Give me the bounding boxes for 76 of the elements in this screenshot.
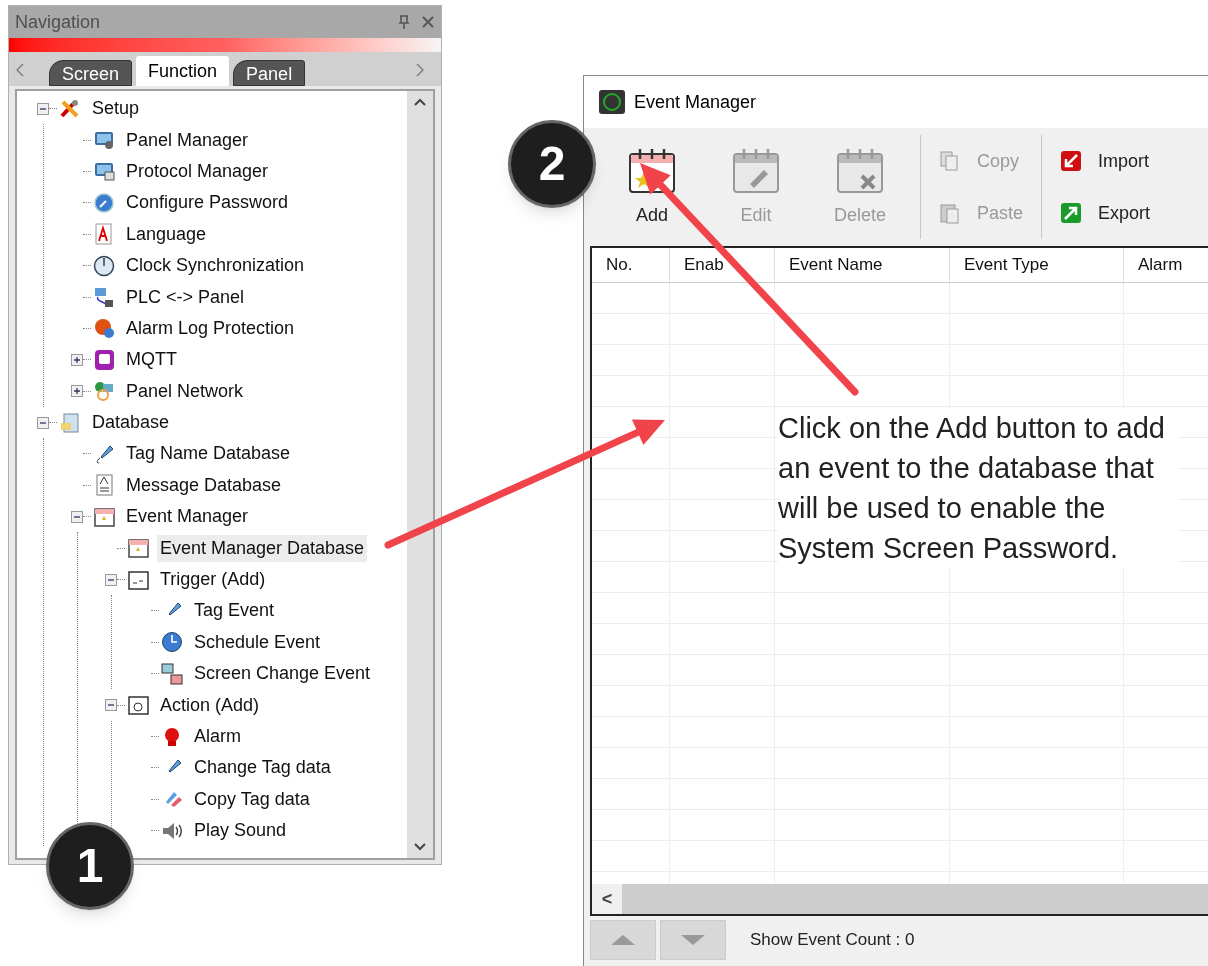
clock-icon	[93, 254, 115, 277]
expand-toggle[interactable]	[71, 353, 83, 366]
tree-item[interactable]: Message Database	[123, 471, 285, 499]
close-icon	[421, 15, 435, 29]
tab[interactable]: Function	[136, 56, 230, 86]
monitor-icon	[93, 129, 115, 152]
paste-icon	[939, 202, 961, 224]
document-icon	[93, 474, 115, 497]
event-count-label: Show Event Count : 0	[750, 929, 915, 952]
export-button[interactable]: Export	[1052, 196, 1159, 230]
triangle-up-icon	[610, 934, 636, 946]
column-header[interactable]: Enab	[670, 248, 775, 282]
column-header[interactable]: Alarm	[1124, 248, 1208, 282]
tools-icon	[59, 97, 81, 120]
horizontal-scrollbar[interactable]: <	[592, 884, 1208, 914]
q-logo-icon	[93, 348, 115, 371]
step-badge: 1	[46, 822, 134, 910]
tree-item[interactable]: Clock Synchronization	[123, 252, 308, 280]
tree-item[interactable]: Protocol Manager	[123, 157, 272, 185]
tree-item[interactable]: Panel Network	[123, 377, 247, 405]
scroll-right-icon[interactable]	[415, 62, 425, 78]
clock-icon	[161, 631, 183, 654]
tree-item[interactable]: Schedule Event	[191, 628, 324, 656]
copy-icon	[939, 150, 961, 172]
tree-item[interactable]: Alarm	[191, 723, 244, 750]
export-icon	[1060, 202, 1083, 224]
step-badge: 2	[508, 120, 596, 208]
network-icon	[93, 286, 115, 309]
column-header[interactable]: Event Name	[775, 248, 950, 282]
tree-item[interactable]: Action (Add)	[157, 691, 263, 719]
tree-item[interactable]: Event Manager	[123, 503, 252, 531]
collapse-toggle[interactable]	[37, 102, 49, 115]
tree-item[interactable]: Tag Event	[191, 597, 278, 625]
tree-item[interactable]: Event Manager Database	[157, 534, 368, 562]
app-logo-icon	[598, 89, 626, 115]
tree-item[interactable]: MQTT	[123, 346, 180, 374]
tab[interactable]: Screen	[49, 60, 133, 86]
tree-item[interactable]: Panel Manager	[123, 126, 252, 154]
plus-icon	[73, 355, 81, 364]
scroll-left-icon[interactable]	[15, 62, 25, 78]
tree-item[interactable]: Configure Password	[123, 189, 292, 217]
panel-title: Navigation	[15, 10, 102, 34]
import-button[interactable]: Import	[1052, 144, 1159, 178]
tree-item[interactable]: Copy Tag data	[191, 785, 313, 813]
annotation-text: Click on the Add button to add an event to the database that will be used to enable the System Screen Password.	[778, 408, 1178, 568]
tab[interactable]: Panel	[233, 60, 306, 86]
triangle-down-icon	[680, 934, 706, 946]
tree-item[interactable]: Alarm Log Protection	[123, 314, 298, 342]
tree-item[interactable]: Setup	[89, 95, 143, 123]
tree-item[interactable]: Change Tag data	[191, 754, 334, 782]
plus-icon	[73, 387, 81, 396]
expand-toggle[interactable]	[71, 385, 83, 398]
letter-icon	[93, 223, 115, 246]
tree-item[interactable]: Language	[123, 220, 210, 248]
collapse-toggle[interactable]	[105, 699, 117, 712]
collapse-toggle[interactable]	[71, 510, 83, 523]
tree-item[interactable]: Database	[89, 409, 173, 437]
vertical-scrollbar[interactable]	[407, 91, 433, 858]
tree-item[interactable]: Play Sound	[191, 817, 290, 845]
monitor-icon	[93, 160, 115, 183]
tree-item[interactable]: Screen Change Event	[191, 660, 374, 688]
collapse-toggle[interactable]	[105, 573, 117, 586]
tree-item[interactable]: PLC <-> Panel	[123, 283, 248, 311]
window-title: Event Manager	[634, 90, 757, 114]
tree-item[interactable]: Tag Name Database	[123, 440, 294, 468]
pin-icon	[397, 14, 411, 30]
network-icon	[93, 380, 115, 403]
scroll-down-icon	[413, 842, 427, 852]
tree-item[interactable]: Trigger (Add)	[157, 566, 269, 594]
scroll-left-button[interactable]: <	[592, 884, 622, 914]
import-icon	[1060, 150, 1083, 172]
column-header[interactable]: Event Type	[950, 248, 1124, 282]
column-header[interactable]: No.	[592, 248, 670, 282]
scroll-up-icon	[413, 97, 427, 107]
collapse-toggle[interactable]	[37, 416, 49, 429]
screens-icon	[161, 662, 183, 685]
